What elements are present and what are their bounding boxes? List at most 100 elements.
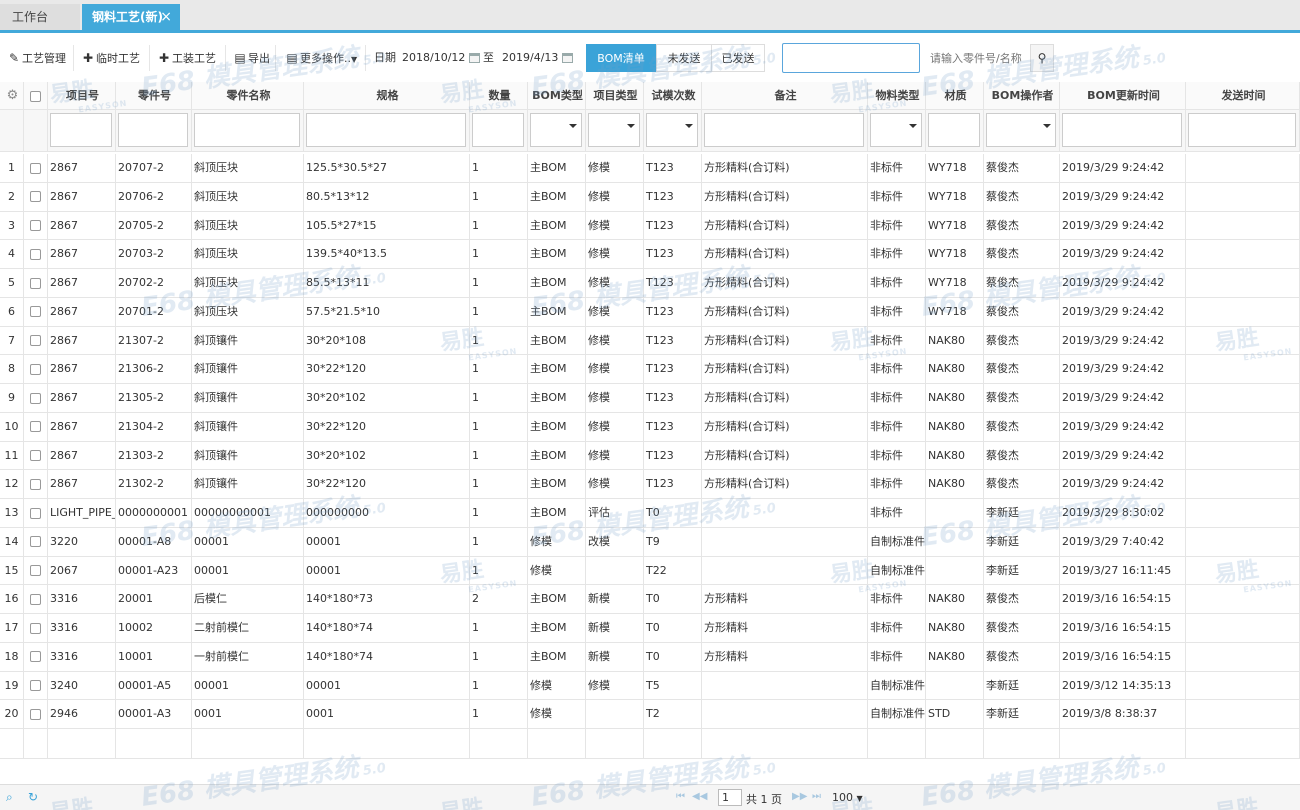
cell-select[interactable] — [24, 642, 48, 671]
table-row[interactable]: 17 3316 10002 二射前模仁 140*180*74 1 主BOM 新模 T0 方形精料非… — [0, 614, 1300, 643]
craft-manage-button[interactable]: ✎ 工艺管理 — [2, 45, 74, 71]
table-row[interactable]: 20 2946 00001-A3 0001 0001 1 修模 T2 自制标准件 STD 李新廷 20… — [0, 700, 1300, 729]
cell-select[interactable] — [24, 499, 48, 527]
row-checkbox[interactable] — [30, 622, 41, 634]
row-checkbox[interactable] — [30, 565, 41, 576]
filter-remark-input[interactable] — [704, 113, 864, 147]
filter-material-type-select[interactable] — [870, 113, 922, 147]
table-row[interactable]: 8 2867 21306-2 斜顶镶件 30*22*120 1 主BOM 修模 T123 方形精料… — [0, 355, 1300, 384]
refresh-icon[interactable]: ↻ — [28, 790, 38, 804]
tab-workbench[interactable]: 工作台 — [0, 4, 80, 30]
filter-send-time-input[interactable] — [1188, 113, 1296, 147]
header-part-no[interactable]: 零件号 — [116, 82, 192, 109]
next-page-button[interactable]: ▶▶ — [792, 791, 807, 802]
cell-select[interactable] — [24, 269, 48, 297]
header-project-no[interactable]: 项目号 — [48, 82, 116, 109]
export-button[interactable]: ▤ 导出 — [228, 45, 276, 71]
header-bom-type[interactable]: BOM类型 — [528, 82, 586, 109]
row-checkbox[interactable] — [30, 450, 41, 461]
row-checkbox[interactable] — [30, 708, 41, 720]
prev-page-button[interactable]: ◀◀ — [692, 791, 707, 802]
header-material[interactable]: 材质 — [926, 82, 984, 109]
row-checkbox[interactable] — [30, 220, 41, 231]
table-row[interactable]: 15 2067 00001-A23 00001 00001 1 修模 T22 自制标准件 李新廷 2… — [0, 556, 1300, 586]
header-remark[interactable]: 备注 — [702, 82, 868, 109]
header-bom-updated-time[interactable]: BOM更新时间 — [1060, 82, 1186, 109]
cell-select[interactable] — [24, 441, 48, 470]
cell-select[interactable] — [24, 671, 48, 700]
table-row[interactable]: 19 3240 00001-A5 00001 00001 1 修模 修模 T5 自制标准件 李新廷 2… — [0, 671, 1300, 701]
table-row[interactable]: 18 3316 10001 一射前模仁 140*180*74 1 主BOM 新模 T0 方形精料非… — [0, 642, 1300, 672]
cell-select[interactable] — [24, 211, 48, 240]
filter-spec-input[interactable] — [306, 113, 466, 147]
row-checkbox[interactable] — [30, 162, 41, 174]
bom-list-toggle[interactable]: BOM清单 — [586, 44, 656, 72]
header-spec[interactable]: 规格 — [304, 82, 470, 109]
header-project-type[interactable]: 项目类型 — [586, 82, 644, 109]
search-input[interactable] — [930, 47, 1028, 69]
calendar-icon[interactable] — [562, 53, 574, 63]
filter-input[interactable] — [782, 43, 920, 73]
search-button[interactable]: ⚲ — [1030, 44, 1054, 72]
date-from-input[interactable]: 2018/10/12 — [400, 47, 482, 69]
header-material-type[interactable]: 物料类型 — [868, 82, 926, 109]
filter-trial-count-select[interactable] — [646, 113, 698, 147]
sent-toggle[interactable]: 已发送 — [711, 44, 765, 72]
cell-select[interactable] — [24, 527, 48, 556]
filter-part-no-input[interactable] — [118, 113, 188, 147]
more-ops-button[interactable]: ▤ 更多操作..▼ — [280, 45, 366, 71]
header-bom-operator[interactable]: BOM操作者 — [984, 82, 1060, 109]
filter-quantity-input[interactable] — [472, 113, 524, 147]
table-row[interactable]: 4 2867 20703-2 斜顶压块 139.5*40*13.5 1 主BOM 修模 T123… — [0, 240, 1300, 269]
row-checkbox[interactable] — [30, 507, 41, 519]
table-row[interactable]: 14 3220 00001-A8 00001 00001 1 修模 改模 T9 自制标准件 李新廷 2… — [0, 527, 1300, 557]
cell-select[interactable] — [24, 470, 48, 498]
row-checkbox[interactable] — [30, 536, 41, 548]
table-row[interactable]: 1 2867 20707-2 斜顶压块 125.5*30.5*27 1 主BOM 修模 T123… — [0, 154, 1300, 183]
first-page-button[interactable]: ⏮ — [676, 791, 685, 802]
filter-project-type-select[interactable] — [588, 113, 640, 147]
cell-select[interactable] — [24, 326, 48, 355]
cell-select[interactable] — [24, 585, 48, 613]
row-checkbox[interactable] — [30, 680, 41, 691]
tab-steel-craft[interactable]: 钢料工艺(新) × — [82, 4, 180, 30]
table-row[interactable]: 10 2867 21304-2 斜顶镶件 30*22*120 1 主BOM 修模 T123 方形精… — [0, 412, 1300, 442]
table-row[interactable]: 16 3316 20001 后模仁 140*180*73 2 主BOM 新模 T0 方形精料 非标件… — [0, 585, 1300, 614]
row-checkbox[interactable] — [30, 421, 41, 433]
table-row[interactable]: 2 2867 20706-2 斜顶压块 80.5*13*12 1 主BOM 修模 T123 方形精… — [0, 182, 1300, 212]
cell-select[interactable] — [24, 700, 48, 728]
header-quantity[interactable]: 数量 — [470, 82, 528, 109]
last-page-button[interactable]: ⏭ — [812, 791, 821, 802]
search-icon[interactable]: ⌕ — [6, 790, 13, 805]
filter-bom-type-select[interactable] — [530, 113, 582, 147]
table-row[interactable]: 7 2867 21307-2 斜顶镶件 30*20*108 1 主BOM 修模 T123 方形精料… — [0, 326, 1300, 356]
filter-bom-operator-select[interactable] — [986, 113, 1056, 147]
cell-select[interactable] — [24, 384, 48, 412]
gear-icon[interactable]: ⚙ — [7, 88, 19, 103]
row-checkbox[interactable] — [30, 363, 41, 375]
close-icon[interactable]: × — [160, 4, 172, 30]
table-row[interactable]: 12 2867 21302-2 斜顶镶件 30*22*120 1 主BOM 修模 T123 方形精… — [0, 470, 1300, 499]
row-checkbox[interactable] — [30, 651, 41, 663]
header-send-time[interactable]: 发送时间 — [1186, 82, 1300, 109]
date-to-input[interactable]: 2019/4/13 — [500, 47, 582, 69]
row-checkbox[interactable] — [30, 191, 41, 203]
row-checkbox[interactable] — [30, 593, 41, 605]
filter-bom-updated-time-input[interactable] — [1062, 113, 1182, 147]
row-checkbox[interactable] — [30, 248, 41, 260]
filter-part-name-input[interactable] — [194, 113, 300, 147]
table-row[interactable]: 5 2867 20702-2 斜顶压块 85.5*13*11 1 主BOM 修模 T123 方形精… — [0, 269, 1300, 298]
row-checkbox[interactable] — [30, 478, 41, 490]
cell-select[interactable] — [24, 182, 48, 211]
cell-select[interactable] — [24, 412, 48, 441]
header-trial-count[interactable]: 试模次数 — [644, 82, 702, 109]
select-all-checkbox[interactable] — [30, 90, 41, 102]
row-checkbox[interactable] — [30, 306, 41, 318]
cell-select[interactable] — [24, 614, 48, 642]
page-number-input[interactable]: 1 — [718, 789, 742, 806]
cell-select[interactable] — [24, 355, 48, 383]
page-size-select[interactable]: 100 ▼ — [832, 791, 863, 804]
unsent-toggle[interactable]: 未发送 — [656, 44, 712, 72]
header-part-name[interactable]: 零件名称 — [192, 82, 304, 109]
row-checkbox[interactable] — [30, 335, 41, 346]
